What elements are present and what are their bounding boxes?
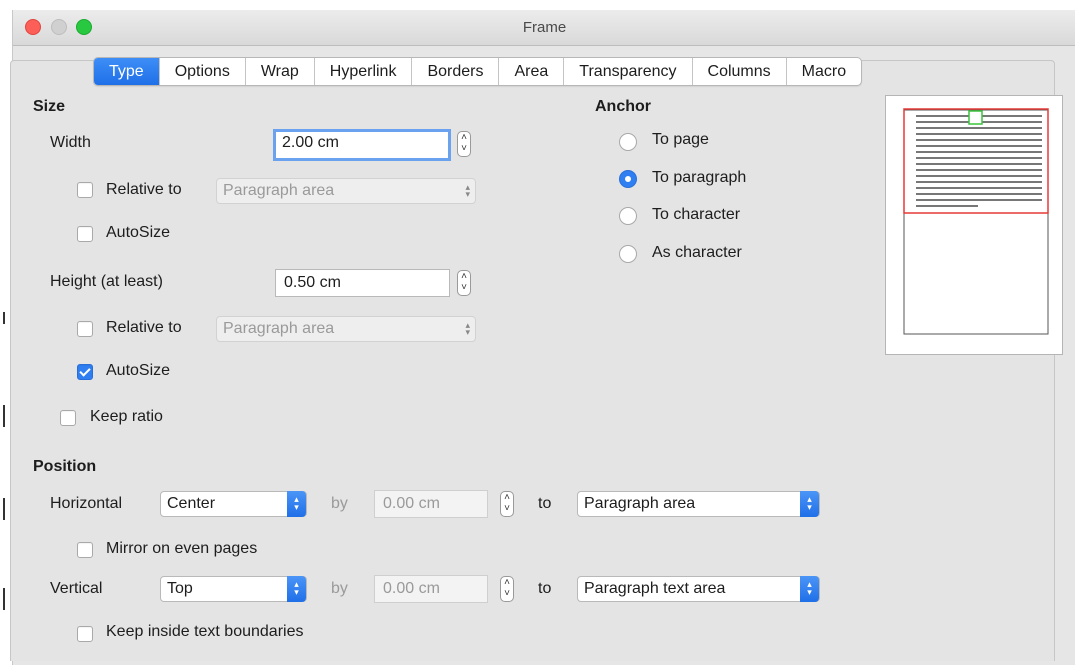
anchor-to-page-label: To page [652, 131, 709, 148]
preview-page [903, 109, 1049, 335]
keep-inside-checkbox[interactable] [77, 626, 93, 642]
anchor-to-character-radio[interactable] [619, 207, 637, 225]
edge-mark [3, 312, 5, 324]
vertical-to-select[interactable]: Paragraph text area ▴ ▾ [577, 576, 820, 602]
width-autosize-label: AutoSize [106, 224, 171, 241]
tab-type[interactable]: Type [94, 58, 160, 85]
chevron-updown-icon: ▴ ▾ [800, 491, 819, 517]
preview-frame-marker [968, 110, 983, 125]
tab-options[interactable]: Options [160, 58, 246, 85]
horizontal-by-input[interactable]: 0.00 cm [374, 490, 488, 518]
vertical-label: Vertical [50, 580, 103, 597]
chevron-updown-icon: ▴ ▾ [465, 182, 470, 199]
tab-area[interactable]: Area [499, 58, 565, 85]
horizontal-to-label: to [538, 495, 552, 512]
vertical-by-input[interactable]: 0.00 cm [374, 575, 488, 603]
height-stepper[interactable]: ˄ ˅ [457, 270, 471, 296]
horizontal-by-stepper[interactable]: ˄ ˅ [500, 491, 514, 517]
width-relative-select-value: Paragraph area [223, 182, 335, 199]
title-bar: Frame [13, 10, 1075, 46]
anchor-as-character-radio[interactable] [619, 245, 637, 263]
tab-bar: Type Options Wrap Hyperlink Borders Area… [93, 57, 863, 86]
horizontal-select-value: Center [167, 495, 216, 512]
horizontal-to-select[interactable]: Paragraph area ▴ ▾ [577, 491, 820, 517]
width-relative-checkbox[interactable] [77, 182, 93, 198]
vertical-select-value: Top [167, 580, 193, 597]
vertical-to-label: to [538, 580, 552, 597]
vertical-by-label: by [331, 580, 348, 597]
mirror-label: Mirror on even pages [106, 540, 258, 557]
width-stepper[interactable]: ˄ ˅ [457, 131, 471, 157]
anchor-to-paragraph-label: To paragraph [652, 169, 747, 186]
keep-inside-label: Keep inside text boundaries [106, 623, 304, 640]
anchor-heading: Anchor [595, 98, 651, 115]
height-relative-select[interactable]: Paragraph area ▴ ▾ [216, 316, 476, 342]
chevron-updown-icon: ▴ ▾ [465, 320, 470, 337]
vertical-by-stepper[interactable]: ˄ ˅ [500, 576, 514, 602]
preview-drawing [903, 108, 1049, 335]
anchor-as-character-label: As character [652, 244, 742, 261]
tab-macro[interactable]: Macro [787, 58, 861, 85]
height-relative-select-value: Paragraph area [223, 320, 335, 337]
edge-mark [3, 405, 5, 427]
keep-ratio-label: Keep ratio [90, 408, 163, 425]
tab-transparency[interactable]: Transparency [564, 58, 693, 85]
anchor-to-page-radio[interactable] [619, 133, 637, 151]
chevron-updown-icon: ▴ ▾ [287, 576, 306, 602]
horizontal-to-select-value: Paragraph area [584, 495, 696, 512]
width-label: Width [50, 134, 91, 151]
tab-columns[interactable]: Columns [693, 58, 787, 85]
width-autosize-checkbox[interactable] [77, 226, 93, 242]
chevron-updown-icon: ▴ ▾ [800, 576, 819, 602]
height-input[interactable]: 0.50 cm [275, 269, 450, 297]
tab-wrap[interactable]: Wrap [246, 58, 315, 85]
horizontal-by-label: by [331, 495, 348, 512]
size-heading: Size [33, 98, 66, 115]
edge-mark [3, 498, 5, 520]
width-relative-select[interactable]: Paragraph area ▴ ▾ [216, 178, 476, 204]
vertical-to-select-value: Paragraph text area [584, 580, 726, 597]
position-heading: Position [33, 458, 97, 475]
width-input[interactable]: 2.00 cm [273, 129, 451, 161]
anchor-to-character-label: To character [652, 206, 741, 223]
mirror-checkbox[interactable] [77, 542, 93, 558]
frame-preview [885, 95, 1063, 355]
horizontal-label: Horizontal [50, 495, 123, 512]
keep-ratio-checkbox[interactable] [60, 410, 76, 426]
chevron-updown-icon: ▴ ▾ [287, 491, 306, 517]
height-relative-checkbox[interactable] [77, 321, 93, 337]
height-label: Height (at least) [50, 273, 163, 290]
tab-borders[interactable]: Borders [412, 58, 500, 85]
height-autosize-checkbox[interactable] [77, 364, 93, 380]
tab-hyperlink[interactable]: Hyperlink [315, 58, 413, 85]
vertical-select[interactable]: Top ▴ ▾ [160, 576, 307, 602]
horizontal-select[interactable]: Center ▴ ▾ [160, 491, 307, 517]
window-title: Frame [522, 19, 567, 36]
height-autosize-label: AutoSize [106, 362, 171, 379]
anchor-to-paragraph-radio[interactable] [619, 170, 637, 188]
width-relative-label: Relative to [106, 181, 182, 198]
height-relative-label: Relative to [106, 319, 182, 336]
edge-mark [3, 588, 5, 610]
